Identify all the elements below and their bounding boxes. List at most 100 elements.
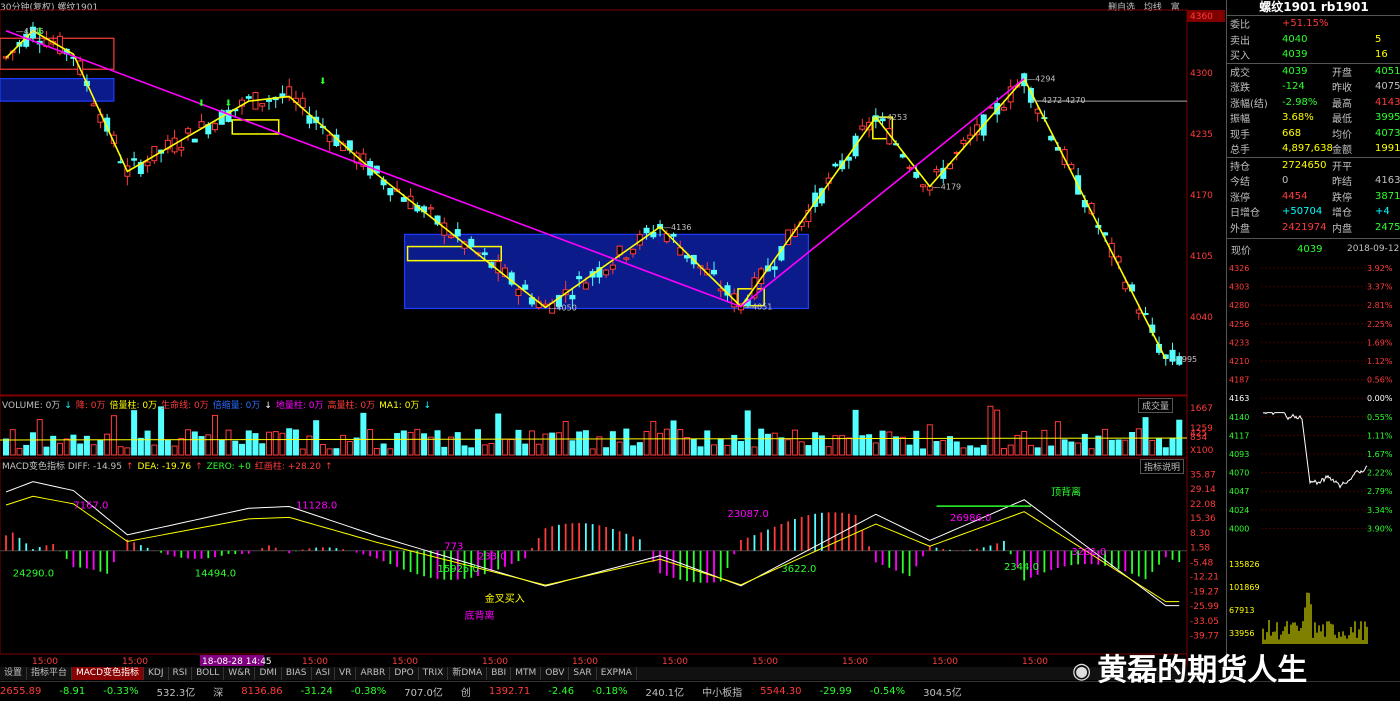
price-annotation: —4136 <box>663 223 691 232</box>
status-value: -0.33% <box>103 686 139 697</box>
chart-canvas[interactable]: —4345—4050—4136—4051—4253—4179—4294—4272… <box>0 0 1226 668</box>
tab-item[interactable]: W&R <box>224 667 256 680</box>
volume-bar <box>906 444 913 456</box>
mini-price-tick: 4093 <box>1229 450 1249 459</box>
mini-pct-tick: 2.22% <box>1367 469 1393 478</box>
tab-item[interactable]: EXPMA <box>597 667 637 680</box>
macd-header-item: ↑ <box>325 462 333 472</box>
volume-bar <box>373 447 380 456</box>
price-annotation: —4051 <box>744 303 772 312</box>
volume-bar <box>218 439 225 456</box>
intraday-mini-chart[interactable]: 4326 3.92% 4303 3.37% 4280 2.81% 4256 2.25% 4233… <box>1227 259 1400 659</box>
weibo-icon: ◉ <box>1072 659 1092 684</box>
tab-item[interactable]: ARBR <box>356 667 391 680</box>
candle-body <box>326 134 333 143</box>
volume-bar <box>434 430 441 456</box>
tab-item[interactable]: DPO <box>390 667 419 680</box>
macd-label: 3622.0 <box>781 564 816 575</box>
tab-item[interactable]: VR <box>335 667 357 680</box>
tab-item[interactable]: MTM <box>511 667 542 680</box>
volume-bar <box>252 433 259 456</box>
mini-pct-tick: 3.37% <box>1367 283 1393 292</box>
quote-label: 均价 <box>1332 129 1352 141</box>
time-tick-label: 15:00 <box>842 657 868 667</box>
tab-item[interactable]: DMI <box>255 667 282 680</box>
volume-bar <box>1122 439 1129 456</box>
tab-item[interactable]: MACD变色指标 <box>72 667 145 680</box>
mini-pct-tick: 2.25% <box>1367 320 1393 329</box>
volume-bar <box>178 437 185 456</box>
volume-bar <box>690 438 697 456</box>
volume-bar <box>582 430 589 456</box>
quote-panel: 螺纹1901 rb1901 委比 +51.15% 卖出 4040 5 买入 4039 16 成交… <box>1226 0 1400 668</box>
volume-bar <box>805 445 812 456</box>
price-annotation: —4294 <box>1027 75 1055 84</box>
now-price-row: 现价 4039 2018-09-12 <box>1227 238 1400 259</box>
tab-item[interactable]: BIAS <box>282 667 312 680</box>
volume-bar <box>319 444 326 456</box>
price-annotation: —4050 <box>548 304 576 313</box>
volume-bar <box>778 437 785 456</box>
tab-item[interactable]: ASI <box>312 667 336 680</box>
macd-label: 7167.0 <box>73 500 108 511</box>
volume-bar <box>771 432 778 456</box>
quote-label: 今结 <box>1230 177 1250 189</box>
tab-item[interactable]: KDJ <box>144 667 169 680</box>
time-tick-label: 15:00 <box>32 657 58 667</box>
volume-bar <box>131 410 138 456</box>
volume-bar <box>63 438 70 456</box>
macd-help-button[interactable]: 指标说明 <box>1140 459 1185 474</box>
volume-bar <box>630 445 637 456</box>
mini-volume-tick: 33956 <box>1229 629 1254 638</box>
macd-tick-label: 1.58 <box>1190 543 1210 553</box>
volume-bar <box>528 430 535 456</box>
candle-body <box>245 96 252 99</box>
volume-bar <box>893 436 900 456</box>
volume-bar <box>994 409 1001 456</box>
volume-bar <box>1095 435 1102 456</box>
tab-item[interactable]: 指标平台 <box>27 667 73 680</box>
tab-item[interactable]: BOLL <box>192 667 225 680</box>
price-annotation: —4179 <box>933 183 961 192</box>
tab-item[interactable]: BBI <box>487 667 512 680</box>
quote-row: 总手 4,897,638金额 19913 <box>1227 141 1400 157</box>
volume-bar <box>50 435 57 456</box>
volume-bar <box>279 432 286 456</box>
mini-pct-tick: 2.81% <box>1367 301 1393 310</box>
volume-bar <box>70 434 77 456</box>
macd-label: 233.0 <box>478 551 507 562</box>
status-value: 240.1亿 <box>645 688 685 699</box>
volume-bar <box>879 430 886 456</box>
volume-bar <box>791 429 798 456</box>
mini-price-tick: 4070 <box>1229 469 1249 478</box>
tab-item[interactable]: OBV <box>541 667 570 680</box>
volume-bar <box>239 443 245 456</box>
volume-bar <box>899 436 906 456</box>
volume-bar <box>576 431 583 456</box>
volume-bar <box>1041 429 1048 456</box>
volume-bar <box>9 429 16 456</box>
macd-header-item: 红画柱: +28.20 <box>254 462 322 472</box>
price-annotation: —3995 <box>1169 355 1197 364</box>
tab-item[interactable]: RSI <box>169 667 193 680</box>
volume-bar <box>1162 447 1169 456</box>
tab-item[interactable]: SAR <box>569 667 597 680</box>
mini-price-tick: 4140 <box>1229 413 1249 422</box>
tab-item[interactable]: 设置 <box>0 667 28 680</box>
volume-bar <box>636 442 643 456</box>
tab-item[interactable]: TRIX <box>419 667 449 680</box>
quote-row: 今结 0 昨结 4163 <box>1227 173 1400 189</box>
tab-item[interactable]: 新DMA <box>448 667 488 680</box>
volume-bar <box>501 438 508 456</box>
volume-bar <box>913 430 920 456</box>
volume-bar <box>326 448 333 456</box>
mini-pct-tick: 0.56% <box>1367 376 1393 385</box>
quote-label: 日增仓 <box>1230 208 1260 220</box>
volume-bar <box>29 432 36 456</box>
macd-label: 773 <box>444 542 463 553</box>
status-value: -0.38% <box>350 686 387 697</box>
volume-bar <box>212 414 219 456</box>
volume-button[interactable]: 成交量 <box>1138 398 1174 413</box>
volume-bar <box>663 428 670 456</box>
price-annotation: —4253 <box>879 113 907 122</box>
